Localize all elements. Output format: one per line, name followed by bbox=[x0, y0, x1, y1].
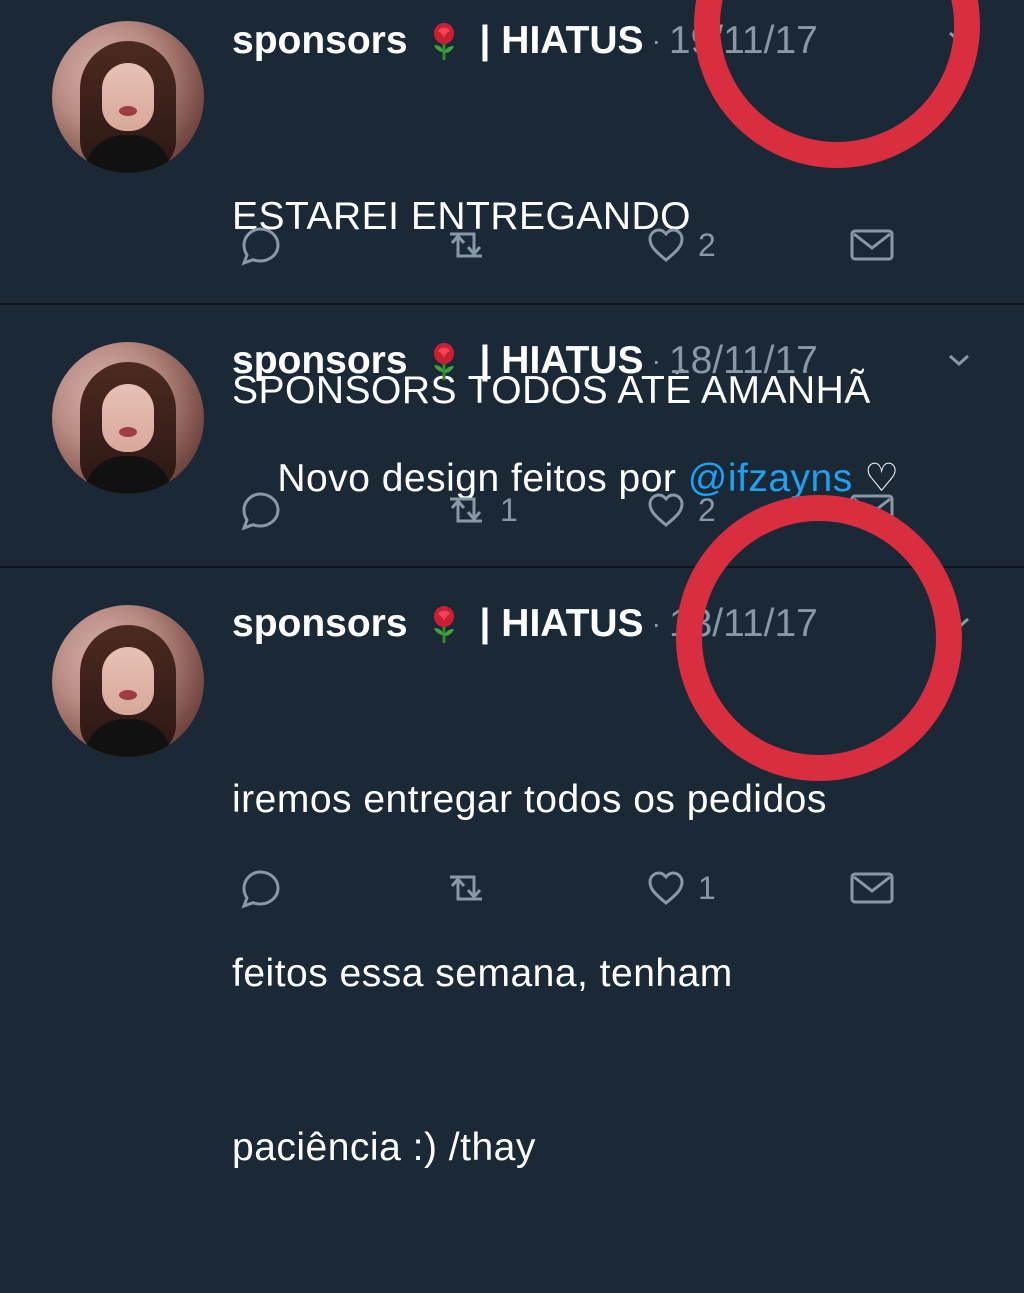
display-name[interactable]: sponsors bbox=[232, 601, 408, 647]
like-count: 2 bbox=[698, 226, 716, 263]
rose-icon bbox=[420, 17, 468, 65]
retweet-count: 1 bbox=[500, 491, 518, 528]
retweet-button[interactable] bbox=[440, 863, 500, 913]
like-button[interactable]: 2 bbox=[642, 220, 716, 270]
heart-icon bbox=[648, 871, 684, 905]
reply-button[interactable] bbox=[236, 863, 292, 913]
message-button[interactable] bbox=[846, 220, 898, 270]
retweet-icon bbox=[450, 875, 482, 901]
heart-icon bbox=[648, 493, 684, 527]
rose-icon bbox=[420, 600, 468, 648]
display-name[interactable]: sponsors bbox=[232, 338, 408, 384]
avatar[interactable] bbox=[52, 21, 204, 173]
tweet-3[interactable]: sponsors | HIATUS · 13/11/17 iremos entr… bbox=[0, 568, 1024, 1169]
chevron-down-icon[interactable] bbox=[944, 608, 974, 638]
reply-icon bbox=[241, 870, 280, 909]
tweet-text-line: iremos entregar todos os pedidos bbox=[232, 778, 827, 821]
account-handle: | HIATUS bbox=[479, 19, 644, 62]
message-button[interactable] bbox=[846, 863, 898, 913]
mail-icon bbox=[850, 494, 894, 526]
tweet-actions: 1 bbox=[236, 863, 916, 913]
tweet-2[interactable]: sponsors | HIATUS · 18/11/17 Novo design… bbox=[0, 305, 1024, 566]
tweet-text: Novo design feitos por @ifzayns ♡ bbox=[232, 392, 992, 566]
tweet-text-line: paciência :) /thay bbox=[232, 1126, 536, 1169]
like-count: 1 bbox=[698, 869, 716, 906]
display-name[interactable]: sponsors bbox=[232, 18, 408, 64]
like-button[interactable]: 1 bbox=[642, 863, 716, 913]
reply-icon bbox=[241, 227, 280, 266]
retweet-button[interactable]: 1 bbox=[440, 485, 518, 535]
tweet-header: sponsors | HIATUS · 19/11/17 bbox=[232, 18, 818, 64]
like-button[interactable]: 2 bbox=[642, 485, 716, 535]
retweet-icon bbox=[450, 497, 482, 523]
separator-dot: · bbox=[651, 25, 661, 56]
tweet-header: sponsors | HIATUS · 18/11/17 bbox=[232, 338, 818, 384]
tweet-date[interactable]: 19/11/17 bbox=[669, 18, 818, 64]
tweet-1[interactable]: sponsors | HIATUS · 19/11/17 ESTAREI ENT… bbox=[0, 0, 1024, 412]
avatar[interactable] bbox=[52, 605, 204, 757]
reply-button[interactable] bbox=[236, 485, 292, 535]
heart-icon bbox=[648, 228, 684, 262]
account-handle: | HIATUS bbox=[479, 339, 644, 382]
tweet-header: sponsors | HIATUS · 13/11/17 bbox=[232, 601, 818, 647]
chevron-down-icon[interactable] bbox=[944, 22, 974, 52]
retweet-button[interactable] bbox=[440, 220, 500, 270]
account-handle: | HIATUS bbox=[479, 602, 644, 645]
mail-icon bbox=[850, 229, 894, 261]
reply-button[interactable] bbox=[236, 220, 292, 270]
separator-dot: · bbox=[651, 608, 661, 639]
tweet-actions: 1 2 bbox=[236, 485, 916, 535]
tweet-date[interactable]: 13/11/17 bbox=[669, 601, 818, 647]
rose-icon bbox=[420, 337, 468, 385]
reply-icon bbox=[241, 492, 280, 531]
mail-icon bbox=[850, 872, 894, 904]
like-count: 2 bbox=[698, 491, 716, 528]
message-button[interactable] bbox=[846, 485, 898, 535]
retweet-icon bbox=[450, 232, 482, 258]
avatar[interactable] bbox=[52, 342, 204, 494]
chevron-down-icon[interactable] bbox=[944, 345, 974, 375]
tweet-actions: 2 bbox=[236, 220, 916, 270]
tweet-text: iremos entregar todos os pedidos feitos … bbox=[232, 655, 992, 1293]
tweet-date[interactable]: 18/11/17 bbox=[669, 338, 818, 384]
tweet-text-line: feitos essa semana, tenham bbox=[232, 952, 733, 995]
separator-dot: · bbox=[651, 345, 661, 376]
